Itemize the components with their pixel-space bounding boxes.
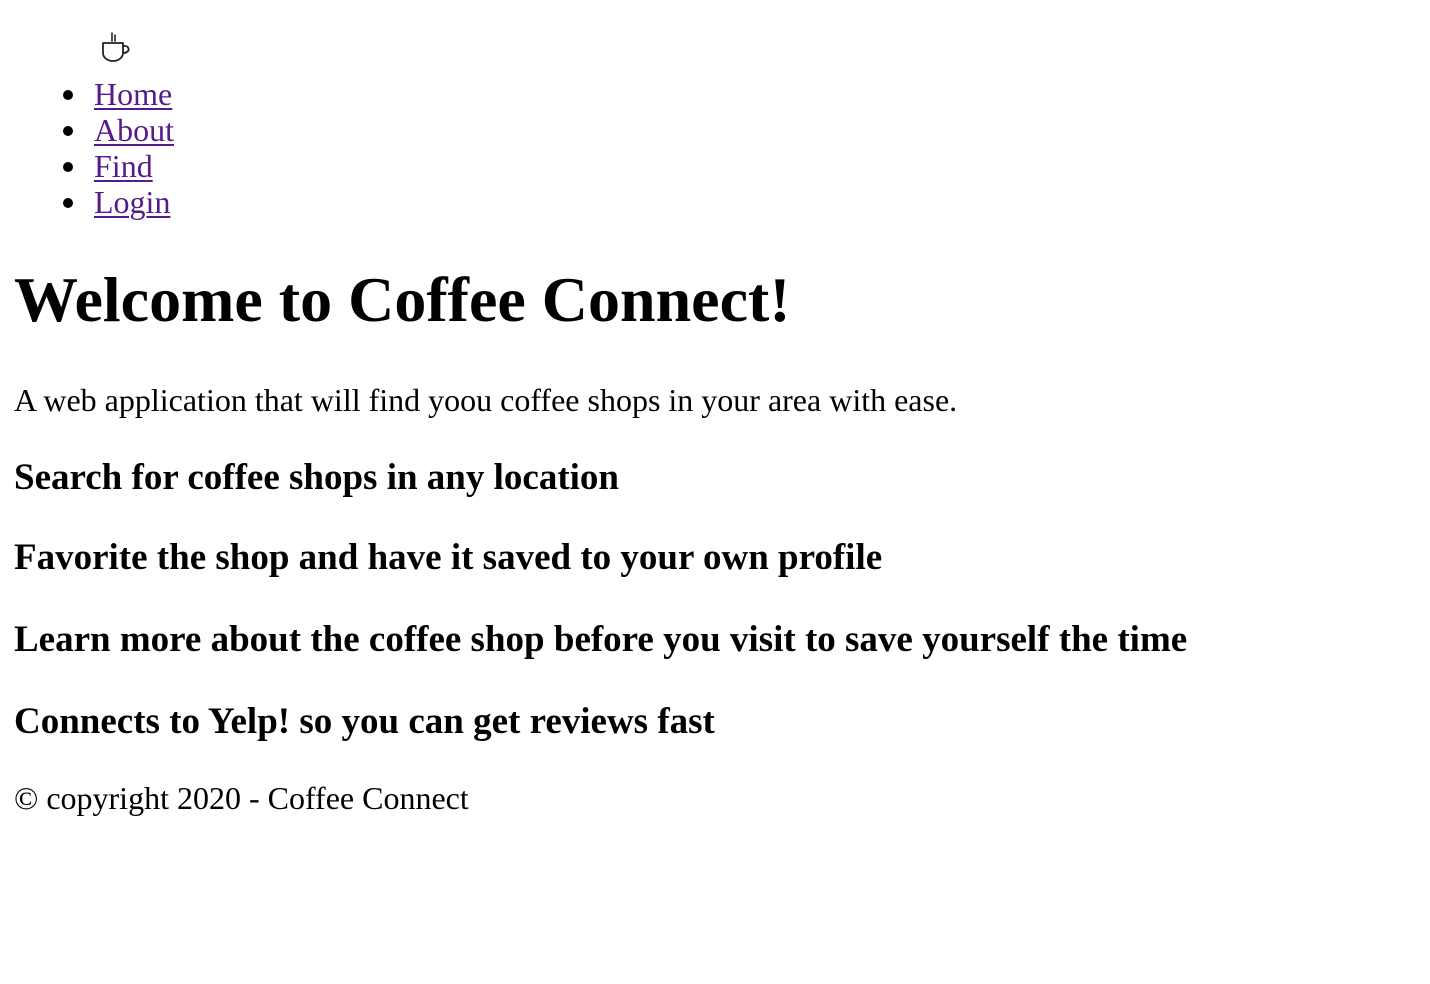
feature-learn-more: Learn more about the coffee shop before … — [14, 619, 1188, 660]
coffee-cup-icon — [100, 30, 132, 66]
main-nav: Home About Find Login — [54, 76, 174, 220]
page-title: Welcome to Coffee Connect! — [14, 264, 791, 335]
nav-item-about: About — [54, 112, 174, 148]
feature-yelp: Connects to Yelp! so you can get reviews… — [14, 701, 715, 742]
nav-link-home[interactable]: Home — [94, 76, 172, 112]
nav-item-find: Find — [54, 148, 174, 184]
nav-item-home: Home — [54, 76, 174, 112]
list-bullet — [63, 90, 73, 100]
feature-favorite: Favorite the shop and have it saved to y… — [14, 537, 883, 578]
nav-item-login: Login — [54, 184, 174, 220]
nav-link-login[interactable]: Login — [94, 184, 170, 220]
list-bullet — [63, 126, 73, 136]
tagline: A web application that will find yoou co… — [14, 382, 958, 418]
nav-link-about[interactable]: About — [94, 112, 174, 148]
feature-search: Search for coffee shops in any location — [14, 457, 620, 498]
list-bullet — [63, 162, 73, 172]
nav-link-find[interactable]: Find — [94, 148, 153, 184]
list-bullet — [63, 198, 73, 208]
copyright-text: © copyright 2020 - Coffee Connect — [14, 780, 469, 816]
